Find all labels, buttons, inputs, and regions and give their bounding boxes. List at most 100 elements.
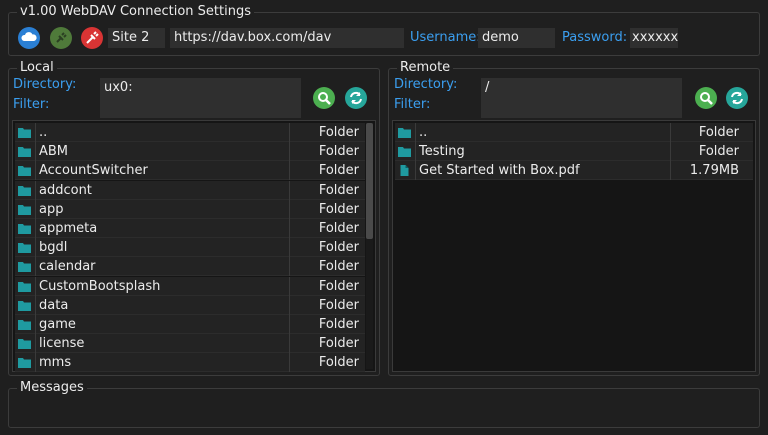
local-filter-label: Filter: — [13, 97, 50, 112]
file-name: .. — [419, 125, 428, 140]
file-row[interactable]: bgdl Folder — [15, 238, 365, 258]
icon-column-divider — [35, 295, 36, 315]
size-column-divider — [289, 276, 290, 296]
file-row[interactable]: mms Folder — [15, 353, 365, 373]
file-row[interactable]: data Folder — [15, 295, 365, 315]
file-row[interactable]: CustomBootsplash Folder — [15, 276, 365, 296]
connect-button[interactable] — [18, 27, 40, 49]
remote-directory-input[interactable]: / — [481, 78, 682, 98]
search-icon — [700, 92, 713, 105]
file-size: Folder — [318, 297, 359, 313]
refresh-icon — [731, 91, 743, 105]
local-file-list[interactable]: .. Folder ABM Folder AccountSwitcher Folder ad… — [12, 120, 376, 373]
file-size: 1.79MB — [689, 163, 739, 179]
search-icon — [318, 92, 331, 105]
file-name: Get Started with Box.pdf — [419, 163, 580, 179]
file-row[interactable]: .. Folder — [15, 123, 365, 142]
password-label: Password: — [562, 30, 628, 45]
file-size: Folder — [318, 278, 359, 294]
folder-icon — [18, 262, 31, 273]
folder-icon — [18, 339, 31, 350]
disconnect-plug-button[interactable] — [81, 27, 103, 49]
size-column-divider — [670, 161, 671, 181]
size-column-divider — [289, 161, 290, 181]
file-size: Folder — [318, 201, 359, 217]
remote-filter-input[interactable] — [481, 98, 682, 118]
size-column-divider — [289, 219, 290, 238]
username-input[interactable]: demo — [478, 28, 555, 48]
file-size: Folder — [318, 221, 359, 236]
folder-icon — [18, 224, 31, 234]
size-column-divider — [289, 257, 290, 277]
local-search-button[interactable] — [313, 87, 335, 109]
remote-search-button[interactable] — [695, 87, 717, 109]
icon-column-divider — [35, 334, 36, 354]
remote-filter-label: Filter: — [394, 97, 431, 112]
file-name: CustomBootsplash — [39, 278, 161, 294]
file-size: Folder — [318, 125, 359, 140]
site-select[interactable]: Site 2 — [108, 28, 165, 48]
password-input[interactable]: xxxxxxx — [630, 28, 678, 48]
folder-icon — [18, 358, 31, 369]
file-size: Folder — [318, 240, 359, 256]
cloud-icon — [21, 32, 37, 41]
file-row[interactable]: Testing Folder — [395, 142, 753, 162]
local-filter-input[interactable] — [100, 98, 301, 118]
remote-file-list[interactable]: .. Folder Testing Folder Get Started with Bo… — [392, 120, 756, 372]
refresh-icon — [350, 91, 362, 105]
size-column-divider — [289, 123, 290, 142]
folder-icon — [18, 320, 31, 330]
file-size: Folder — [318, 182, 359, 198]
icon-column-divider — [35, 219, 36, 238]
file-row[interactable]: addcont Folder — [15, 180, 365, 200]
file-icon — [400, 165, 409, 177]
file-name: AccountSwitcher — [39, 163, 148, 179]
file-size: Folder — [318, 163, 359, 179]
file-name: bgdl — [39, 240, 68, 256]
icon-column-divider — [35, 353, 36, 373]
disconnect-button[interactable] — [50, 27, 72, 49]
file-row[interactable]: calendar Folder — [15, 257, 365, 277]
plug-icon — [86, 31, 99, 44]
size-column-divider — [289, 142, 290, 162]
file-size: Folder — [698, 125, 739, 140]
size-column-divider — [670, 142, 671, 162]
file-size: Folder — [698, 144, 739, 160]
file-name: appmeta — [39, 221, 98, 236]
local-scrollbar-thumb[interactable] — [366, 123, 373, 239]
size-column-divider — [670, 123, 671, 142]
file-row[interactable]: license Folder — [15, 334, 365, 354]
file-row[interactable]: Get Started with Box.pdf 1.79MB — [395, 161, 753, 181]
local-scrollbar[interactable] — [366, 123, 373, 369]
icon-column-divider — [415, 142, 416, 162]
file-name: ABM — [39, 144, 69, 160]
icon-column-divider — [35, 161, 36, 181]
file-name: Testing — [419, 144, 465, 160]
size-column-divider — [289, 180, 290, 200]
file-name: license — [39, 336, 85, 352]
remote-title: Remote — [397, 60, 454, 76]
remote-directory-label: Directory: — [394, 77, 458, 92]
file-row[interactable]: AccountSwitcher Folder — [15, 161, 365, 181]
icon-column-divider — [415, 123, 416, 142]
messages-title: Messages — [17, 380, 87, 396]
remote-refresh-button[interactable] — [726, 87, 748, 109]
connection-settings-title: v1.00 WebDAV Connection Settings — [17, 4, 254, 20]
file-name: game — [39, 317, 76, 332]
file-name: calendar — [39, 259, 96, 275]
folder-icon — [398, 128, 411, 138]
url-input[interactable]: https://dav.box.com/dav — [170, 28, 404, 48]
local-directory-input[interactable]: ux0: — [100, 78, 301, 98]
size-column-divider — [289, 295, 290, 315]
local-refresh-button[interactable] — [345, 87, 367, 109]
file-row[interactable]: ABM Folder — [15, 142, 365, 162]
file-row[interactable]: game Folder — [15, 315, 365, 334]
unplug-icon — [56, 32, 67, 43]
file-row[interactable]: appmeta Folder — [15, 219, 365, 238]
file-name: app — [39, 201, 64, 217]
local-title: Local — [17, 60, 57, 76]
size-column-divider — [289, 334, 290, 354]
file-row[interactable]: app Folder — [15, 199, 365, 219]
file-name: addcont — [39, 182, 92, 198]
file-row[interactable]: .. Folder — [395, 123, 753, 142]
